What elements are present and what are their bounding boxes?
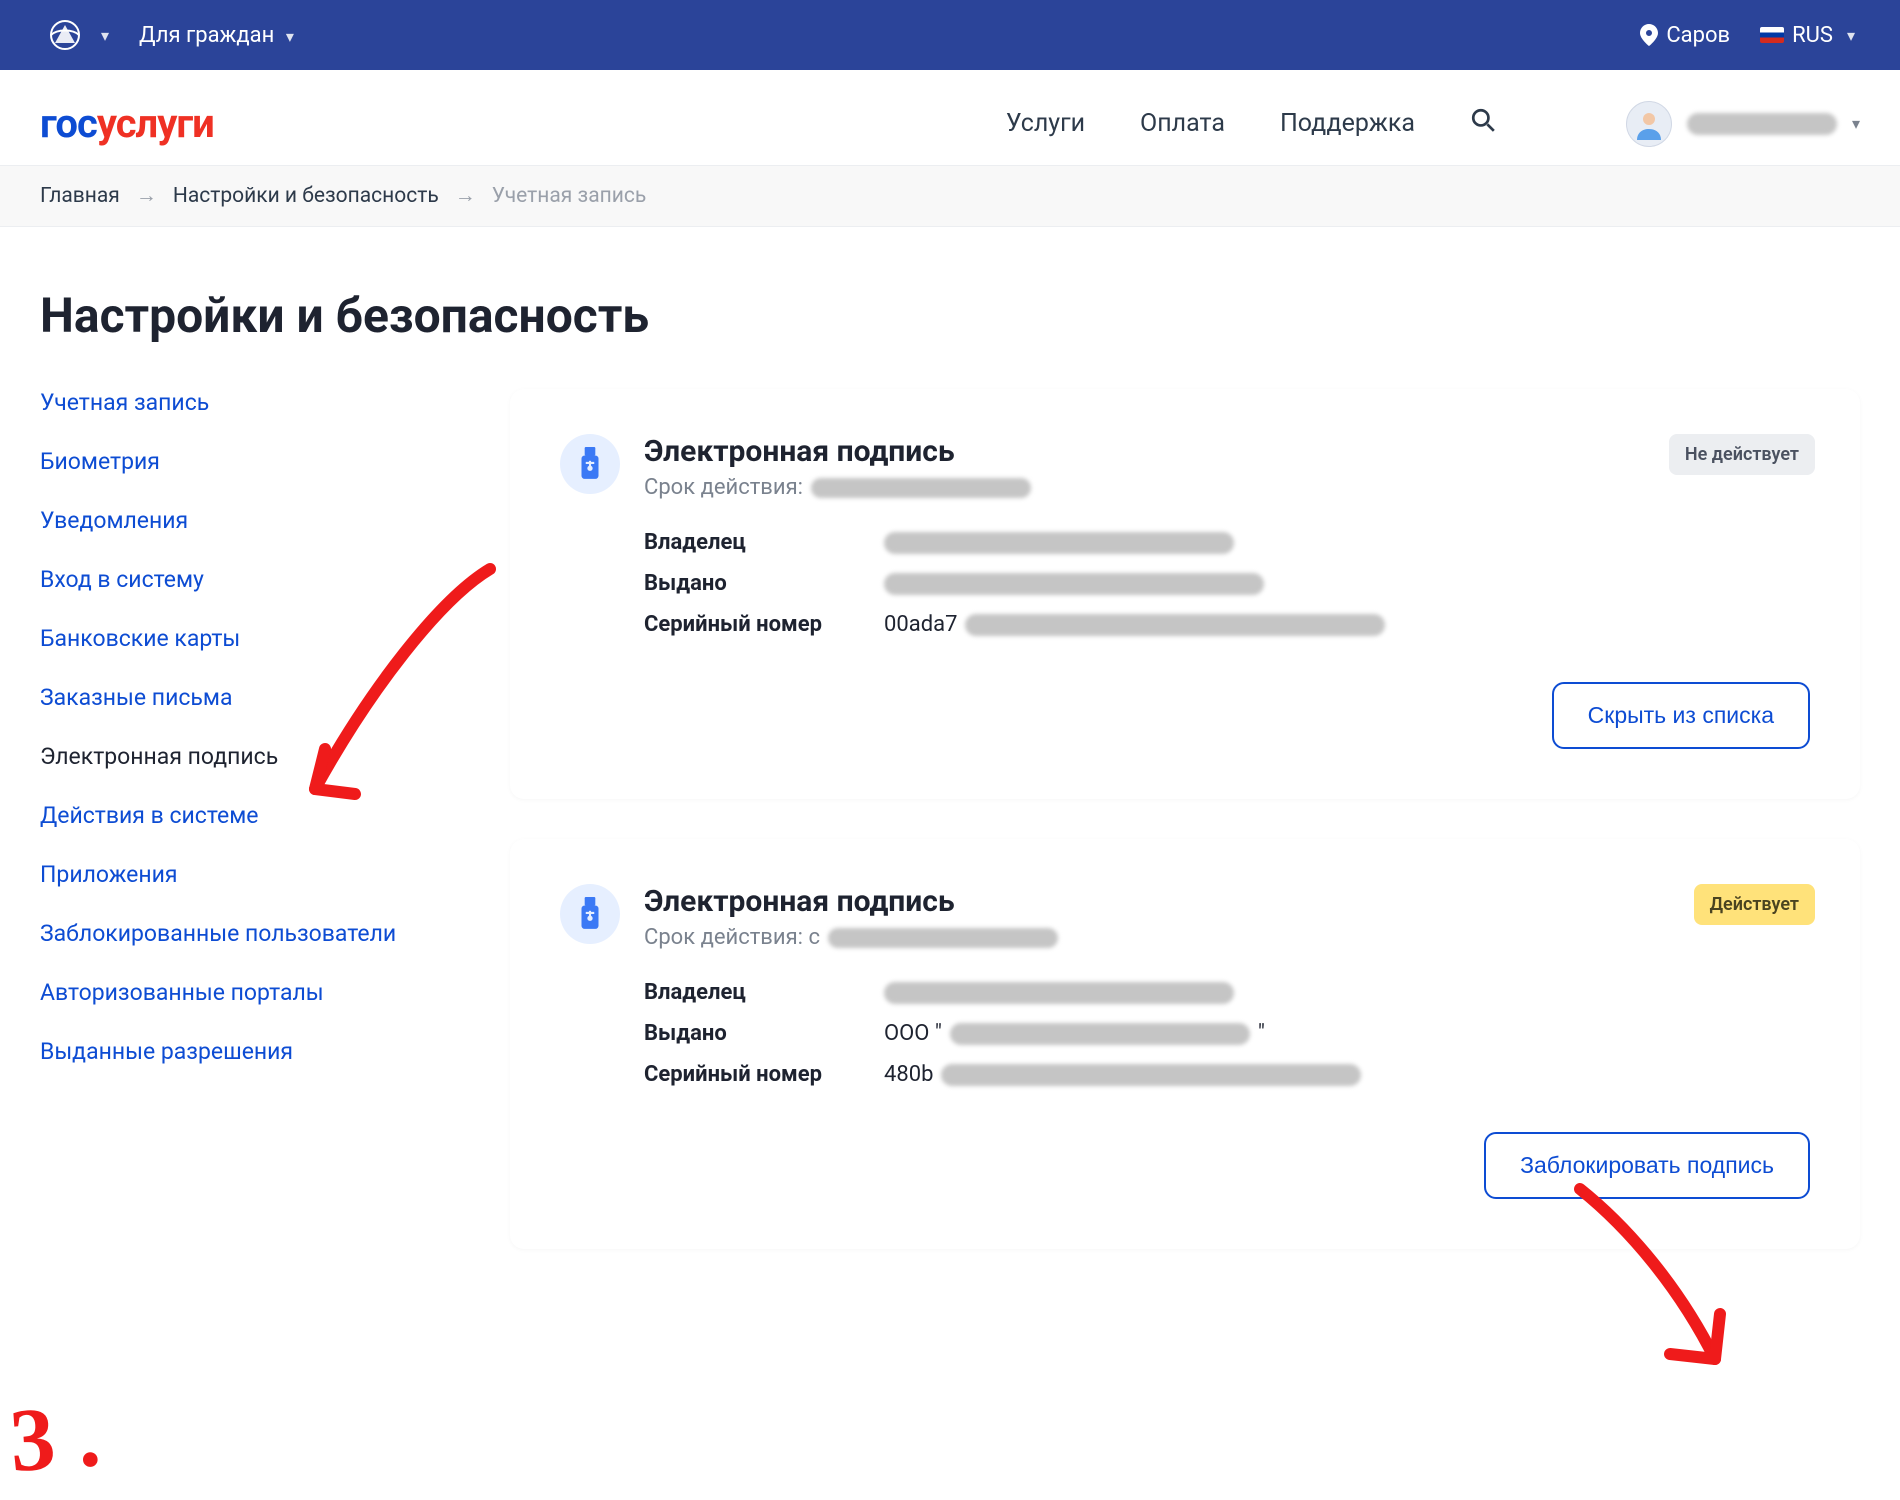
status-badge: Действует [1694, 884, 1815, 925]
card-title: Электронная подпись [644, 884, 1810, 919]
header: госуслуги Услуги Оплата Поддержка ▾ [0, 70, 1900, 165]
validity-value-redacted [828, 928, 1058, 948]
signature-cards: Не действует Электронная подпись Срок де… [510, 389, 1860, 1249]
nav-support[interactable]: Поддержка [1280, 109, 1415, 138]
serial-label: Серийный номер [644, 1062, 884, 1087]
search-icon [1470, 107, 1496, 133]
sidebar-item-biometrics[interactable]: Биометрия [40, 448, 470, 475]
sidebar-item-permissions[interactable]: Выданные разрешения [40, 1038, 470, 1065]
logo[interactable]: госуслуги [40, 100, 214, 147]
owner-value-redacted [884, 982, 1234, 1004]
gov-emblem-dropdown[interactable]: ▾ [45, 15, 109, 55]
serial-value: 480b [884, 1062, 933, 1087]
issued-value-redacted [884, 573, 1264, 595]
user-name-redacted [1687, 113, 1837, 135]
sidebar-item-activity[interactable]: Действия в системе [40, 802, 470, 829]
chevron-down-icon: ▾ [1852, 114, 1860, 133]
topbar: ▾ Для граждан ▾ Саров RUS ▾ [0, 0, 1900, 70]
card-title: Электронная подпись [644, 434, 1810, 469]
serial-value-redacted [941, 1064, 1361, 1086]
chevron-down-icon: ▾ [286, 27, 294, 46]
location-label: Саров [1666, 23, 1730, 48]
main: Настройки и безопасность Учетная запись … [0, 227, 1900, 1249]
main-nav: Услуги Оплата Поддержка [1006, 107, 1496, 140]
block-signature-button[interactable]: Заблокировать подпись [1484, 1132, 1810, 1199]
nav-payments[interactable]: Оплата [1140, 109, 1225, 138]
sidebar-item-auth-portals[interactable]: Авторизованные порталы [40, 979, 470, 1006]
chevron-down-icon: ▾ [101, 26, 109, 45]
breadcrumb-current: Учетная запись [492, 184, 647, 208]
logo-part2: услуги [97, 100, 214, 147]
arrow-right-icon: → [136, 184, 157, 208]
signature-card: Действует Электронная подпись Срок дейст… [510, 839, 1860, 1249]
search-button[interactable] [1470, 107, 1496, 140]
status-badge: Не действует [1669, 434, 1815, 475]
nav-services[interactable]: Услуги [1006, 109, 1085, 138]
language-label: RUS [1792, 23, 1833, 48]
sidebar-item-blocked-users[interactable]: Заблокированные пользователи [40, 920, 470, 947]
hide-from-list-button[interactable]: Скрыть из списка [1552, 682, 1810, 749]
logo-part1: гос [40, 100, 97, 147]
sidebar-item-esignature[interactable]: Электронная подпись [40, 743, 470, 770]
issued-value-redacted [950, 1023, 1250, 1045]
validity-label: Срок действия: [644, 475, 803, 500]
usb-token-icon [560, 434, 620, 494]
location-picker[interactable]: Саров [1640, 23, 1730, 48]
content: Учетная запись Биометрия Уведомления Вхо… [40, 389, 1860, 1249]
breadcrumb-section[interactable]: Настройки и безопасность [173, 184, 439, 208]
annotation-step-number: 3 . [7, 1384, 104, 1493]
pin-icon [1640, 24, 1658, 46]
sidebar-item-apps[interactable]: Приложения [40, 861, 470, 888]
audience-label: Для граждан [139, 23, 274, 48]
owner-label: Владелец [644, 980, 884, 1005]
issued-label: Выдано [644, 571, 884, 596]
owner-label: Владелец [644, 530, 884, 555]
language-picker[interactable]: RUS ▾ [1760, 23, 1855, 48]
page-title: Настройки и безопасность [40, 287, 1860, 344]
sidebar-item-notifications[interactable]: Уведомления [40, 507, 470, 534]
settings-sidebar: Учетная запись Биометрия Уведомления Вхо… [40, 389, 470, 1065]
audience-dropdown[interactable]: Для граждан ▾ [139, 23, 294, 48]
chevron-down-icon: ▾ [1847, 26, 1855, 45]
usb-token-icon [560, 884, 620, 944]
user-menu[interactable]: ▾ [1626, 101, 1860, 147]
emblem-icon [45, 15, 85, 55]
breadcrumb: Главная → Настройки и безопасность → Уче… [0, 165, 1900, 227]
serial-value: 00ada7 [884, 612, 957, 637]
serial-value-redacted [965, 614, 1385, 636]
sidebar-item-login[interactable]: Вход в систему [40, 566, 470, 593]
sidebar-item-reg-letters[interactable]: Заказные письма [40, 684, 470, 711]
validity-value-redacted [811, 478, 1031, 498]
sidebar-item-account[interactable]: Учетная запись [40, 389, 470, 416]
breadcrumb-home[interactable]: Главная [40, 184, 120, 208]
sidebar-item-bank-cards[interactable]: Банковские карты [40, 625, 470, 652]
issued-value: ООО " [884, 1021, 942, 1046]
validity-label: Срок действия: с [644, 925, 820, 950]
owner-value-redacted [884, 532, 1234, 554]
avatar-icon [1626, 101, 1672, 147]
arrow-right-icon: → [455, 184, 476, 208]
signature-card: Не действует Электронная подпись Срок де… [510, 389, 1860, 799]
serial-label: Серийный номер [644, 612, 884, 637]
flag-ru-icon [1760, 27, 1784, 43]
issued-label: Выдано [644, 1021, 884, 1046]
